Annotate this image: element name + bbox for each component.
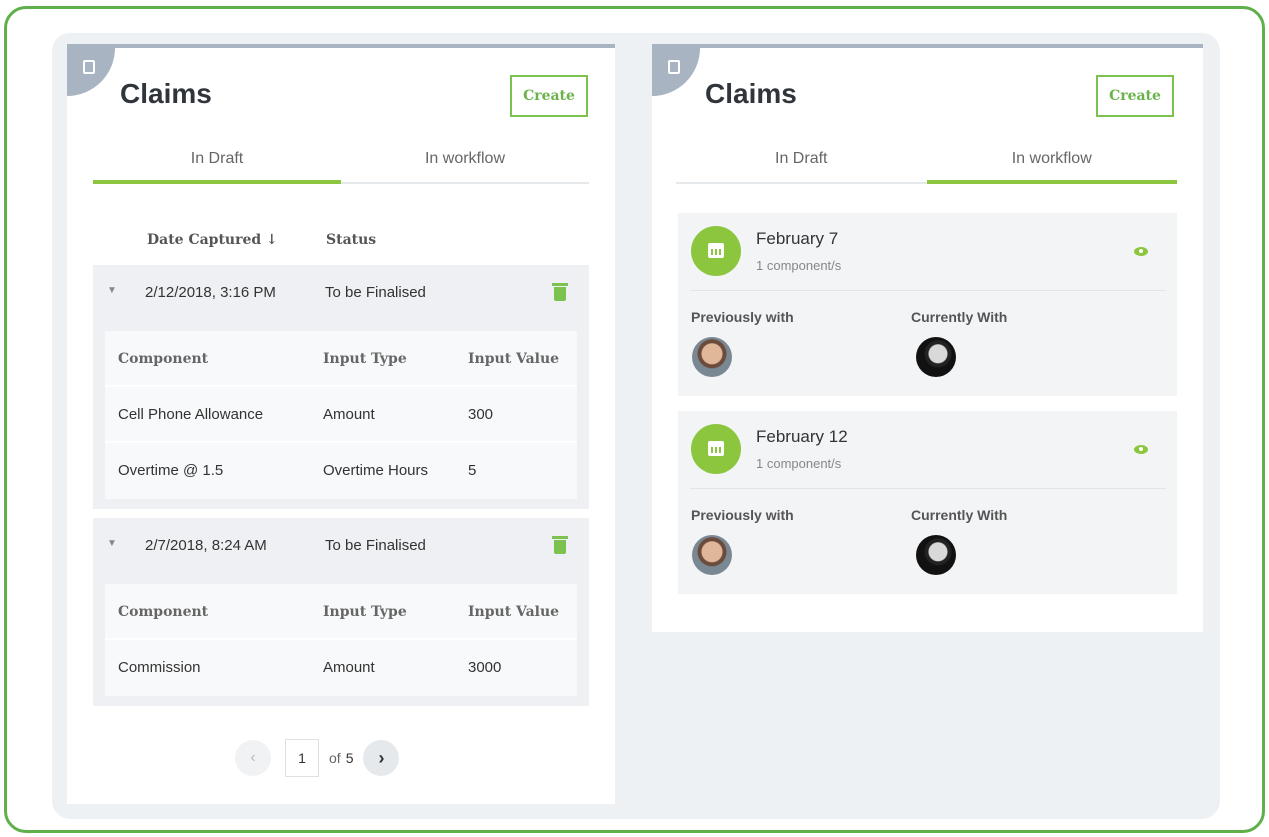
card-title: Claims (120, 78, 212, 109)
table-header: Date Captured ↓ Status (93, 218, 589, 262)
component-cell: Cell Phone Allowance (118, 406, 264, 423)
trash-icon[interactable] (552, 536, 568, 554)
avatar (692, 535, 732, 575)
pagination: ‹ 1 of 5 › (235, 738, 400, 778)
claim-detail: Component Input Type Input Value Cell Ph… (93, 321, 589, 509)
workflow-subtitle: 1 component/s (756, 258, 842, 273)
trash-icon[interactable] (552, 283, 568, 301)
input-type-cell: Amount (323, 659, 375, 676)
input-type-header: Input Type (323, 351, 407, 367)
tab-in-draft[interactable]: In Draft (676, 136, 927, 182)
avatar (916, 337, 956, 377)
tab-in-draft[interactable]: In Draft (93, 136, 341, 184)
input-value-header: Input Value (468, 351, 560, 367)
clipboard-icon (67, 48, 115, 96)
detail-header: Component Input Type Input Value (105, 584, 577, 640)
workflow-item[interactable]: February 12 1 component/s Previously wit… (678, 411, 1177, 594)
divider (690, 290, 1166, 291)
currently-with-label: Currently With (911, 507, 1008, 523)
page-of-label: of (329, 750, 341, 766)
detail-row: Commission Amount 3000 (105, 640, 577, 696)
clipboard-icon (652, 48, 700, 96)
claims-card-draft: Claims Create In Draft In workflow Date … (67, 44, 615, 804)
eye-icon[interactable] (1134, 247, 1148, 256)
calendar-icon (691, 226, 741, 276)
workflow-title: February 12 (756, 427, 848, 446)
previously-with-label: Previously with (691, 309, 794, 325)
eye-icon[interactable] (1134, 445, 1148, 454)
detail-header: Component Input Type Input Value (105, 331, 577, 387)
page-input[interactable]: 1 (285, 739, 319, 777)
tab-bar: In Draft In workflow (676, 136, 1177, 184)
claim-status: To be Finalised (325, 537, 426, 554)
input-type-cell: Overtime Hours (323, 462, 429, 479)
create-button[interactable]: Create (1096, 75, 1174, 117)
detail-row: Overtime @ 1.5 Overtime Hours 5 (105, 443, 577, 499)
avatar (916, 535, 956, 575)
divider (690, 488, 1166, 489)
workflow-subtitle: 1 component/s (756, 456, 842, 471)
input-value-cell: 5 (468, 462, 477, 479)
tab-in-workflow[interactable]: In workflow (926, 136, 1178, 184)
claims-card-workflow: Claims Create In Draft In workflow Febru… (652, 44, 1203, 632)
tab-bar: In Draft In workflow (93, 136, 589, 184)
claim-date: 2/7/2018, 8:24 AM (145, 537, 267, 554)
tab-in-workflow[interactable]: In workflow (341, 136, 589, 182)
input-type-header: Input Type (323, 604, 407, 620)
claim-status: To be Finalised (325, 284, 426, 301)
previously-with-label: Previously with (691, 507, 794, 523)
caret-down-icon[interactable]: ▼ (107, 285, 117, 296)
workflow-item[interactable]: February 7 1 component/s Previously with… (678, 213, 1177, 396)
component-header: Component (118, 604, 209, 620)
input-value-header: Input Value (468, 604, 560, 620)
table-row[interactable]: ▼ 2/7/2018, 8:24 AM To be Finalised (93, 518, 589, 574)
currently-with-label: Currently With (911, 309, 1008, 325)
card-title: Claims (705, 78, 797, 109)
caret-down-icon[interactable]: ▼ (107, 538, 117, 549)
claim-date: 2/12/2018, 3:16 PM (145, 284, 276, 301)
avatar (692, 337, 732, 377)
input-type-cell: Amount (323, 406, 375, 423)
page-total: 5 (345, 750, 354, 766)
claim-detail: Component Input Type Input Value Commiss… (93, 574, 589, 706)
create-button[interactable]: Create (510, 75, 588, 117)
component-header: Component (118, 351, 209, 367)
workflow-title: February 7 (756, 229, 839, 248)
calendar-icon (691, 424, 741, 474)
date-captured-header[interactable]: Date Captured ↓ (147, 232, 278, 248)
detail-row: Cell Phone Allowance Amount 300 (105, 387, 577, 443)
input-value-cell: 300 (468, 406, 494, 423)
prev-page-button[interactable]: ‹ (235, 740, 271, 776)
status-header: Status (326, 232, 377, 248)
component-cell: Overtime @ 1.5 (118, 462, 224, 479)
input-value-cell: 3000 (468, 659, 502, 676)
component-cell: Commission (118, 659, 201, 676)
next-page-button[interactable]: › (363, 740, 400, 776)
table-row[interactable]: ▼ 2/12/2018, 3:16 PM To be Finalised (93, 265, 589, 321)
